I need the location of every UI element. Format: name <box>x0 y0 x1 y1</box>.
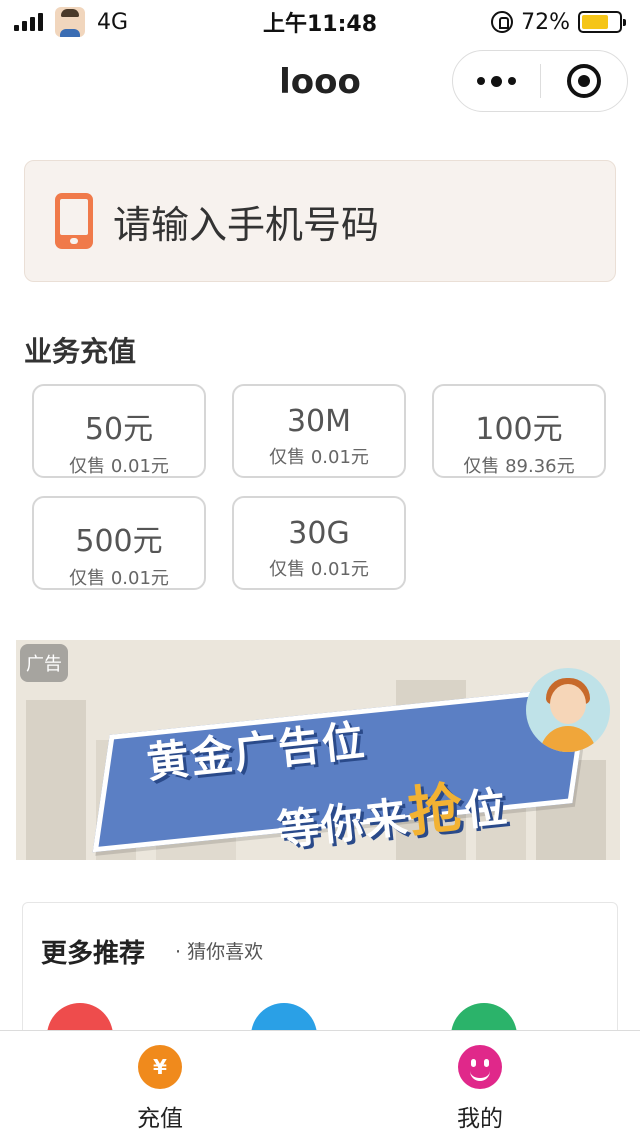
tab-mine[interactable]: 我的 <box>320 1031 640 1136</box>
ad-subheadline-suffix: 位 <box>462 781 511 836</box>
plan-card[interactable]: 30G 仅售 0.01元 <box>232 496 406 590</box>
plan-label: 30M <box>286 404 352 439</box>
plan-card[interactable]: 100元 仅售 89.36元 <box>432 384 606 478</box>
status-right: 72% <box>491 9 626 35</box>
plan-card[interactable]: 50元 仅售 0.01元 <box>32 384 206 478</box>
battery-percent: 72% <box>521 9 570 35</box>
customer-service-avatar-icon <box>526 668 610 752</box>
network-type: 4G <box>97 9 129 35</box>
plan-label: 100元 <box>475 412 563 447</box>
recharge-section-title: 业务充值 <box>24 335 137 368</box>
plan-card[interactable]: 500元 仅售 0.01元 <box>32 496 206 590</box>
plan-label: 500元 <box>75 524 163 559</box>
more-dot-icon <box>477 77 485 85</box>
plan-price: 仅售 89.36元 <box>463 456 575 477</box>
ad-highlight-char: 抢 <box>405 775 468 845</box>
plan-label: 30G <box>288 516 350 551</box>
mobile-phone-icon <box>55 193 93 249</box>
ad-banner[interactable]: 广告 黄金广告位 等你来抢位 <box>16 640 620 860</box>
smile-icon <box>458 1045 502 1089</box>
more-subtitle: · 猜你喜欢 <box>175 941 264 963</box>
rotation-lock-icon <box>491 11 514 33</box>
tab-label: 我的 <box>457 1106 503 1132</box>
plan-price: 仅售 0.01元 <box>269 447 369 468</box>
close-target-icon <box>566 64 601 98</box>
battery-icon <box>578 11 626 33</box>
plan-label: 50元 <box>84 412 154 447</box>
close-button[interactable] <box>541 51 627 111</box>
status-bar: 4G 上午11:48 72% <box>0 0 640 44</box>
plan-price: 仅售 0.01元 <box>69 568 169 589</box>
more-title: 更多推荐 <box>41 939 146 969</box>
ad-tag: 广告 <box>20 644 68 682</box>
battery-level <box>582 15 608 29</box>
ad-subheadline-prefix: 等你来 <box>275 792 412 855</box>
user-avatar-icon <box>55 7 85 37</box>
tab-recharge[interactable]: ¥ 充值 <box>0 1031 320 1136</box>
more-dot-icon <box>491 75 502 87</box>
phone-number-field[interactable]: 请输入手机号码 <box>24 160 616 282</box>
signal-icon <box>14 13 43 31</box>
status-left: 4G <box>14 7 128 37</box>
more-button[interactable] <box>453 51 540 111</box>
more-dot-icon <box>508 77 516 85</box>
recharge-grid: 50元 仅售 0.01元 30M 仅售 0.01元 100元 仅售 89.36元… <box>32 384 608 594</box>
title-bar: looo <box>0 44 640 120</box>
plan-price: 仅售 0.01元 <box>69 456 169 477</box>
phone-number-placeholder: 请输入手机号码 <box>113 202 380 247</box>
plan-price: 仅售 0.01元 <box>269 559 369 580</box>
tab-label: 充值 <box>137 1106 183 1132</box>
plan-card[interactable]: 30M 仅售 0.01元 <box>232 384 406 478</box>
yen-icon: ¥ <box>138 1045 182 1089</box>
miniprogram-capsule <box>452 50 628 112</box>
tab-bar: ¥ 充值 我的 <box>0 1030 640 1136</box>
